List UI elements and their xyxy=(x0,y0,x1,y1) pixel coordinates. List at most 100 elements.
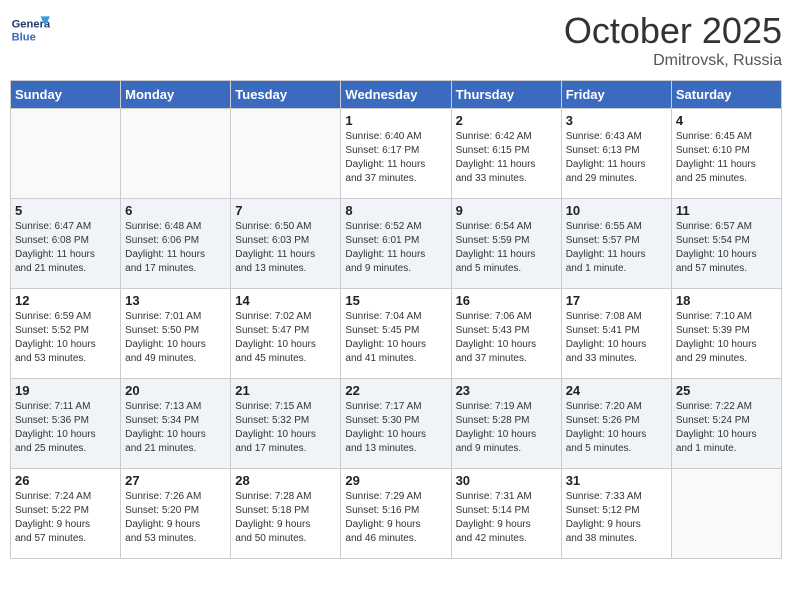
day-number: 16 xyxy=(456,293,557,308)
calendar-cell: 20 Sunrise: 7:13 AM Sunset: 5:34 PM Dayli… xyxy=(121,379,231,469)
weekday-header-monday: Monday xyxy=(121,81,231,109)
day-number: 5 xyxy=(15,203,116,218)
day-number: 23 xyxy=(456,383,557,398)
calendar-cell: 28Sunrise: 7:28 AM Sunset: 5:18 PM Dayli… xyxy=(231,469,341,559)
weekday-header-wednesday: Wednesday xyxy=(341,81,451,109)
calendar-cell: 8Sunrise: 6:52 AM Sunset: 6:01 PM Daylig… xyxy=(341,199,451,289)
day-number: 29 xyxy=(345,473,446,488)
calendar-cell: 2 Sunrise: 6:42 AM Sunset: 6:15 PM Daylig… xyxy=(451,109,561,199)
calendar-week-1: 1 Sunrise: 6:40 AM Sunset: 6:17 PM Daylig… xyxy=(11,109,782,199)
day-number: 31 xyxy=(566,473,667,488)
calendar-cell: 22Sunrise: 7:17 AM Sunset: 5:30 PM Dayli… xyxy=(341,379,451,469)
calendar-cell: 10 Sunrise: 6:55 AM Sunset: 5:57 PM Dayli… xyxy=(561,199,671,289)
day-info: Sunrise: 6:50 AM Sunset: 6:03 PM Dayligh… xyxy=(235,220,336,276)
calendar-cell: 23 Sunrise: 7:19 AM Sunset: 5:28 PM Dayli… xyxy=(451,379,561,469)
day-number: 2 xyxy=(456,113,557,128)
day-number: 6 xyxy=(125,203,226,218)
day-info: Sunrise: 7:33 AM Sunset: 5:12 PM Dayligh… xyxy=(566,490,667,546)
day-number: 17 xyxy=(566,293,667,308)
day-number: 7 xyxy=(235,203,336,218)
day-info: Sunrise: 7:02 AM Sunset: 5:47 PM Dayligh… xyxy=(235,310,336,366)
day-number: 11 xyxy=(676,203,777,218)
weekday-header-thursday: Thursday xyxy=(451,81,561,109)
day-number: 3 xyxy=(566,113,667,128)
calendar-cell: 15 Sunrise: 7:04 AM Sunset: 5:45 PM Dayli… xyxy=(341,289,451,379)
calendar-cell xyxy=(121,109,231,199)
day-number: 15 xyxy=(345,293,446,308)
calendar-cell: 19Sunrise: 7:11 AM Sunset: 5:36 PM Dayli… xyxy=(11,379,121,469)
calendar-cell: 18 Sunrise: 7:10 AM Sunset: 5:39 PM Dayli… xyxy=(671,289,781,379)
calendar-week-3: 12Sunrise: 6:59 AM Sunset: 5:52 PM Dayli… xyxy=(11,289,782,379)
day-number: 26 xyxy=(15,473,116,488)
calendar-cell: 9Sunrise: 6:54 AM Sunset: 5:59 PM Daylig… xyxy=(451,199,561,289)
calendar-cell: 29 Sunrise: 7:29 AM Sunset: 5:16 PM Dayli… xyxy=(341,469,451,559)
day-number: 24 xyxy=(566,383,667,398)
day-info: Sunrise: 7:04 AM Sunset: 5:45 PM Dayligh… xyxy=(345,310,446,366)
day-number: 25 xyxy=(676,383,777,398)
day-info: Sunrise: 6:47 AM Sunset: 6:08 PM Dayligh… xyxy=(15,220,116,276)
day-info: Sunrise: 6:45 AM Sunset: 6:10 PM Dayligh… xyxy=(676,130,777,186)
day-number: 10 xyxy=(566,203,667,218)
day-info: Sunrise: 7:28 AM Sunset: 5:18 PM Dayligh… xyxy=(235,490,336,546)
day-info: Sunrise: 6:40 AM Sunset: 6:17 PM Dayligh… xyxy=(345,130,446,186)
day-info: Sunrise: 6:43 AM Sunset: 6:13 PM Dayligh… xyxy=(566,130,667,186)
day-info: Sunrise: 7:01 AM Sunset: 5:50 PM Dayligh… xyxy=(125,310,226,366)
day-info: Sunrise: 7:11 AM Sunset: 5:36 PM Dayligh… xyxy=(15,400,116,456)
calendar-cell: 4 Sunrise: 6:45 AM Sunset: 6:10 PM Daylig… xyxy=(671,109,781,199)
day-info: Sunrise: 7:08 AM Sunset: 5:41 PM Dayligh… xyxy=(566,310,667,366)
calendar-cell: 30Sunrise: 7:31 AM Sunset: 5:14 PM Dayli… xyxy=(451,469,561,559)
calendar-cell: 11 Sunrise: 6:57 AM Sunset: 5:54 PM Dayli… xyxy=(671,199,781,289)
svg-text:Blue: Blue xyxy=(12,31,36,43)
day-number: 12 xyxy=(15,293,116,308)
day-info: Sunrise: 6:57 AM Sunset: 5:54 PM Dayligh… xyxy=(676,220,777,276)
day-number: 27 xyxy=(125,473,226,488)
day-info: Sunrise: 7:15 AM Sunset: 5:32 PM Dayligh… xyxy=(235,400,336,456)
calendar-cell: 16 Sunrise: 7:06 AM Sunset: 5:43 PM Dayli… xyxy=(451,289,561,379)
subtitle: Dmitrovsk, Russia xyxy=(564,52,782,70)
day-info: Sunrise: 7:06 AM Sunset: 5:43 PM Dayligh… xyxy=(456,310,557,366)
calendar-week-2: 5 Sunrise: 6:47 AM Sunset: 6:08 PM Daylig… xyxy=(11,199,782,289)
calendar-cell: 27Sunrise: 7:26 AM Sunset: 5:20 PM Dayli… xyxy=(121,469,231,559)
weekday-header-friday: Friday xyxy=(561,81,671,109)
weekday-header-sunday: Sunday xyxy=(11,81,121,109)
day-info: Sunrise: 7:17 AM Sunset: 5:30 PM Dayligh… xyxy=(345,400,446,456)
day-info: Sunrise: 7:20 AM Sunset: 5:26 PM Dayligh… xyxy=(566,400,667,456)
calendar-cell: 25Sunrise: 7:22 AM Sunset: 5:24 PM Dayli… xyxy=(671,379,781,469)
day-info: Sunrise: 7:13 AM Sunset: 5:34 PM Dayligh… xyxy=(125,400,226,456)
calendar-cell: 7 Sunrise: 6:50 AM Sunset: 6:03 PM Daylig… xyxy=(231,199,341,289)
calendar-cell: 12Sunrise: 6:59 AM Sunset: 5:52 PM Dayli… xyxy=(11,289,121,379)
day-number: 1 xyxy=(345,113,446,128)
calendar-cell xyxy=(671,469,781,559)
day-info: Sunrise: 7:24 AM Sunset: 5:22 PM Dayligh… xyxy=(15,490,116,546)
calendar-cell: 6Sunrise: 6:48 AM Sunset: 6:06 PM Daylig… xyxy=(121,199,231,289)
day-info: Sunrise: 7:29 AM Sunset: 5:16 PM Dayligh… xyxy=(345,490,446,546)
logo-icon: General Blue xyxy=(10,10,50,50)
calendar-week-4: 19Sunrise: 7:11 AM Sunset: 5:36 PM Dayli… xyxy=(11,379,782,469)
day-info: Sunrise: 6:52 AM Sunset: 6:01 PM Dayligh… xyxy=(345,220,446,276)
day-number: 18 xyxy=(676,293,777,308)
calendar-cell: 3 Sunrise: 6:43 AM Sunset: 6:13 PM Daylig… xyxy=(561,109,671,199)
calendar-cell: 26 Sunrise: 7:24 AM Sunset: 5:22 PM Dayli… xyxy=(11,469,121,559)
calendar-cell xyxy=(231,109,341,199)
calendar-cell: 24 Sunrise: 7:20 AM Sunset: 5:26 PM Dayli… xyxy=(561,379,671,469)
day-number: 14 xyxy=(235,293,336,308)
day-info: Sunrise: 7:19 AM Sunset: 5:28 PM Dayligh… xyxy=(456,400,557,456)
weekday-header-tuesday: Tuesday xyxy=(231,81,341,109)
calendar-cell: 21 Sunrise: 7:15 AM Sunset: 5:32 PM Dayli… xyxy=(231,379,341,469)
day-info: Sunrise: 6:42 AM Sunset: 6:15 PM Dayligh… xyxy=(456,130,557,186)
title-area: October 2025 Dmitrovsk, Russia xyxy=(564,10,782,70)
calendar-cell: 1 Sunrise: 6:40 AM Sunset: 6:17 PM Daylig… xyxy=(341,109,451,199)
day-number: 9 xyxy=(456,203,557,218)
day-number: 21 xyxy=(235,383,336,398)
calendar-week-5: 26 Sunrise: 7:24 AM Sunset: 5:22 PM Dayli… xyxy=(11,469,782,559)
calendar-cell: 5 Sunrise: 6:47 AM Sunset: 6:08 PM Daylig… xyxy=(11,199,121,289)
calendar-cell xyxy=(11,109,121,199)
day-info: Sunrise: 6:55 AM Sunset: 5:57 PM Dayligh… xyxy=(566,220,667,276)
calendar-table: SundayMondayTuesdayWednesdayThursdayFrid… xyxy=(10,80,782,559)
logo-area: General Blue xyxy=(10,10,54,50)
day-number: 4 xyxy=(676,113,777,128)
day-info: Sunrise: 7:10 AM Sunset: 5:39 PM Dayligh… xyxy=(676,310,777,366)
calendar-cell: 31 Sunrise: 7:33 AM Sunset: 5:12 PM Dayli… xyxy=(561,469,671,559)
month-title: October 2025 xyxy=(564,10,782,52)
day-number: 20 xyxy=(125,383,226,398)
